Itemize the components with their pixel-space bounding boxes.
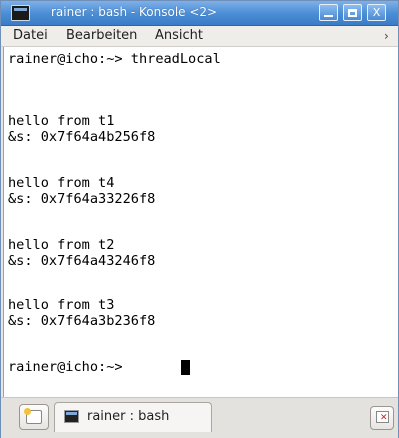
window-title: rainer : bash - Konsole <2> [51, 5, 218, 19]
close-tab-button[interactable] [370, 406, 394, 430]
text-cursor [181, 360, 190, 375]
tab-label: rainer : bash [87, 409, 170, 424]
tab-bar: rainer : bash [1, 397, 398, 438]
new-tab-button[interactable] [19, 404, 49, 430]
terminal-line: &s: 0x7f64a4b256f8 [8, 129, 156, 145]
menu-ansicht[interactable]: Ansicht [155, 28, 203, 43]
menu-bar: Datei Bearbeiten Ansicht › [1, 26, 398, 47]
terminal-icon [64, 410, 79, 423]
terminal-line: &s: 0x7f64a3b236f8 [8, 313, 156, 329]
terminal-icon[interactable] [11, 5, 30, 21]
terminal-line: hello from t4 [8, 175, 115, 191]
maximize-icon [348, 8, 357, 17]
minimize-button[interactable] [319, 4, 338, 21]
terminal-output[interactable]: rainer@icho:~> threadLocal hello from t1… [3, 47, 398, 397]
maximize-button[interactable] [343, 4, 362, 21]
close-tab-icon [376, 411, 389, 423]
terminal-line: hello from t3 [8, 297, 115, 313]
new-tab-icon [24, 408, 42, 424]
menu-overflow-icon[interactable]: › [384, 29, 389, 43]
terminal-line: hello from t2 [8, 237, 115, 253]
menu-bearbeiten[interactable]: Bearbeiten [66, 28, 137, 43]
close-button[interactable]: X [367, 4, 386, 21]
menu-datei[interactable]: Datei [13, 28, 48, 43]
close-icon: X [372, 6, 381, 19]
terminal-line: &s: 0x7f64a43246f8 [8, 253, 156, 269]
minimize-icon [324, 14, 333, 17]
terminal-line: rainer@icho:~> threadLocal [8, 51, 221, 67]
tab-rainer-bash[interactable]: rainer : bash [54, 402, 212, 432]
konsole-window: rainer : bash - Konsole <2> X Datei Bear… [0, 0, 399, 438]
terminal-line: &s: 0x7f64a33226f8 [8, 191, 156, 207]
terminal-line: hello from t1 [8, 113, 115, 129]
terminal-prompt: rainer@icho:~> [8, 359, 131, 375]
title-bar[interactable]: rainer : bash - Konsole <2> X [1, 1, 398, 26]
